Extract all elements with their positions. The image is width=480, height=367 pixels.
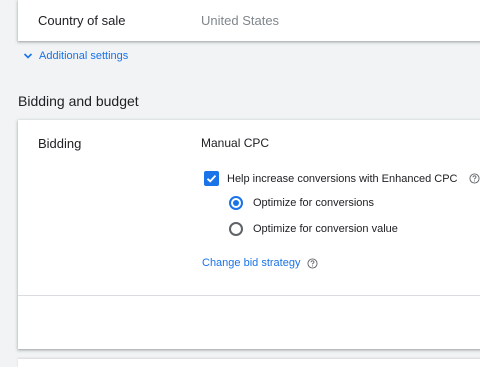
optimize-conversion-value-radio[interactable]	[229, 222, 243, 236]
optimize-conversion-value-option[interactable]: Optimize for conversion value	[229, 222, 398, 236]
bidding-strategy-value: Manual CPC	[201, 136, 270, 150]
additional-settings-toggle[interactable]: Additional settings	[23, 50, 128, 62]
section-title: Bidding and budget	[18, 93, 139, 109]
country-of-sale-card: Country of sale United States	[18, 0, 480, 41]
chevron-down-icon	[23, 53, 33, 59]
optimize-conversions-option[interactable]: Optimize for conversions	[229, 196, 374, 210]
bidding-card: Bidding Manual CPC Help increase convers…	[18, 120, 480, 349]
checkmark-icon	[206, 174, 217, 183]
change-bid-strategy-label: Change bid strategy	[202, 257, 301, 269]
enhanced-cpc-label: Help increase conversions with Enhanced …	[227, 172, 458, 185]
optimize-conversions-label: Optimize for conversions	[253, 197, 375, 209]
country-of-sale-label: Country of sale	[38, 13, 126, 28]
help-icon[interactable]	[307, 257, 318, 269]
change-bid-strategy-link[interactable]: Change bid strategy	[202, 257, 318, 269]
bidding-label: Bidding	[38, 136, 82, 151]
enhanced-cpc-row: Help increase conversions with Enhanced …	[204, 171, 480, 186]
optimize-conversion-value-label: Optimize for conversion value	[253, 223, 398, 235]
next-card-edge	[18, 359, 480, 367]
optimize-conversions-radio[interactable]	[229, 196, 243, 210]
country-of-sale-value: United States	[201, 13, 280, 28]
divider	[18, 295, 480, 296]
help-icon[interactable]	[468, 173, 480, 184]
additional-settings-label: Additional settings	[39, 50, 129, 62]
enhanced-cpc-checkbox[interactable]	[204, 171, 219, 186]
